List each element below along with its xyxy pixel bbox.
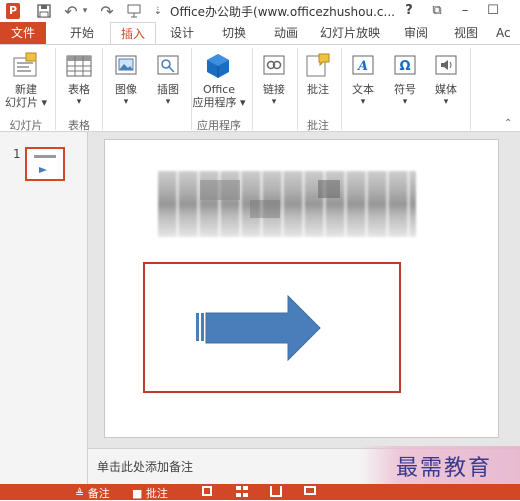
symbol-dropdown-icon: ▾ [402, 97, 408, 107]
table-label: 表格 [68, 83, 90, 96]
customize-qat-icon[interactable]: ⇣ [152, 1, 164, 21]
illustration-button[interactable]: 插图 ▾ [150, 83, 186, 109]
notes-toggle-button[interactable]: ≜ 备注 [75, 485, 110, 501]
blurred-title-text [158, 171, 416, 237]
ribbon-separator [55, 48, 56, 130]
ribbon-separator [252, 48, 253, 130]
help-button[interactable]: ? [398, 1, 420, 21]
office-apps-label-2: 应用程序 ▾ [192, 96, 246, 109]
tab-design[interactable]: 设计 [162, 22, 202, 44]
office-apps-label-1: Office [202, 83, 236, 96]
comment-label: 批注 [307, 83, 329, 96]
group-label-slides: 幻灯片 [9, 119, 43, 132]
office-apps-button[interactable]: Office 应用程序 ▾ [191, 83, 247, 109]
start-from-beginning-icon[interactable] [125, 1, 143, 21]
notes-placeholder[interactable]: 单击此处添加备注 [97, 458, 193, 475]
comment-icon [305, 52, 331, 78]
tab-review[interactable]: 审阅 [398, 22, 434, 44]
image-icon [115, 55, 137, 75]
media-dropdown-icon: ▾ [443, 97, 449, 107]
svg-text:A: A [356, 59, 368, 74]
watermark-text: 最需教育 [396, 456, 493, 481]
save-icon[interactable] [34, 1, 54, 21]
tab-home[interactable]: 开始 [62, 22, 102, 44]
slide-number: 1 [13, 147, 21, 161]
group-label-apps: 应用程序 [197, 119, 241, 132]
blurred-title-text-block [200, 180, 240, 200]
illustration-dropdown-icon: ▾ [165, 97, 171, 107]
tab-insert[interactable]: 插入 [110, 22, 156, 44]
table-icon [66, 55, 92, 77]
image-button[interactable]: 图像 ▾ [108, 83, 144, 109]
table-button[interactable]: 表格 ▾ [62, 83, 96, 109]
ribbon-display-options-button[interactable]: ⧉ [426, 1, 448, 21]
group-label-tables: 表格 [68, 119, 90, 132]
ribbon-separator [297, 48, 298, 130]
image-label: 图像 [115, 83, 137, 96]
symbol-label: 符号 [394, 83, 416, 96]
symbol-icon: Ω [394, 55, 416, 75]
ribbon-separator [341, 48, 342, 130]
link-dropdown-icon: ▾ [271, 97, 277, 107]
normal-view-icon[interactable] [202, 486, 212, 496]
thumbnail-title-placeholder [34, 155, 56, 158]
media-label: 媒体 [435, 83, 457, 96]
slide-show-view-icon[interactable] [304, 486, 316, 495]
blurred-title-text-block [250, 200, 280, 218]
text-dropdown-icon: ▾ [360, 97, 366, 107]
illustration-label: 插图 [157, 83, 179, 96]
new-slide-icon [11, 52, 39, 78]
tab-acrobat[interactable]: Ac [496, 22, 520, 44]
reading-view-icon[interactable] [270, 486, 282, 497]
symbol-button[interactable]: 符号 ▾ [387, 83, 423, 109]
ribbon-separator [102, 48, 103, 130]
text-icon: A [352, 55, 374, 75]
office-store-icon [206, 53, 230, 79]
slide-sorter-view-icon[interactable] [236, 486, 248, 497]
tab-transitions[interactable]: 切换 [214, 22, 254, 44]
text-label: 文本 [352, 83, 374, 96]
tab-view[interactable]: 视图 [448, 22, 484, 44]
ribbon-separator [470, 48, 471, 130]
right-arrow-shape[interactable] [196, 294, 322, 362]
powerpoint-logo-icon: P [6, 3, 20, 19]
comment-button[interactable]: 批注 [300, 83, 336, 96]
link-icon [263, 55, 285, 75]
image-dropdown-icon: ▾ [123, 97, 129, 107]
link-label: 链接 [263, 83, 285, 96]
maximize-button[interactable]: ☐ [482, 1, 504, 21]
window-title: Office办公助手(www.officezhushou.c... [170, 5, 395, 19]
redo-icon[interactable]: ↷ [98, 1, 116, 21]
tab-file[interactable]: 文件 [0, 22, 46, 44]
text-button[interactable]: 文本 ▾ [345, 83, 381, 109]
tab-animations[interactable]: 动画 [266, 22, 306, 44]
undo-icon[interactable]: ↶ [62, 1, 80, 21]
illustration-icon [157, 55, 179, 75]
link-button[interactable]: 链接 ▾ [256, 83, 292, 109]
undo-dropdown-icon[interactable]: ▾ [80, 1, 90, 21]
new-slide-label-1: 新建 [15, 83, 37, 96]
new-slide-label-2: 幻灯片 ▾ [4, 96, 48, 109]
collapse-ribbon-icon[interactable]: ⌃ [504, 118, 512, 129]
tab-slide-show[interactable]: 幻灯片放映 [314, 22, 386, 44]
media-icon [435, 55, 457, 75]
thumbnail-arrow-icon [39, 167, 47, 173]
minimize-button[interactable]: – [454, 1, 476, 21]
media-button[interactable]: 媒体 ▾ [428, 83, 464, 109]
blurred-title-text-block [318, 180, 340, 198]
group-label-comments: 批注 [307, 119, 329, 132]
svg-text:Ω: Ω [399, 59, 410, 74]
comments-toggle-button[interactable]: ■ 批注 [132, 485, 168, 501]
slide-thumbnail[interactable] [25, 147, 65, 181]
table-dropdown-icon: ▾ [76, 97, 82, 107]
slide-thumbnail-pane [0, 132, 88, 484]
new-slide-button[interactable]: 新建 幻灯片 ▾ [4, 83, 48, 109]
